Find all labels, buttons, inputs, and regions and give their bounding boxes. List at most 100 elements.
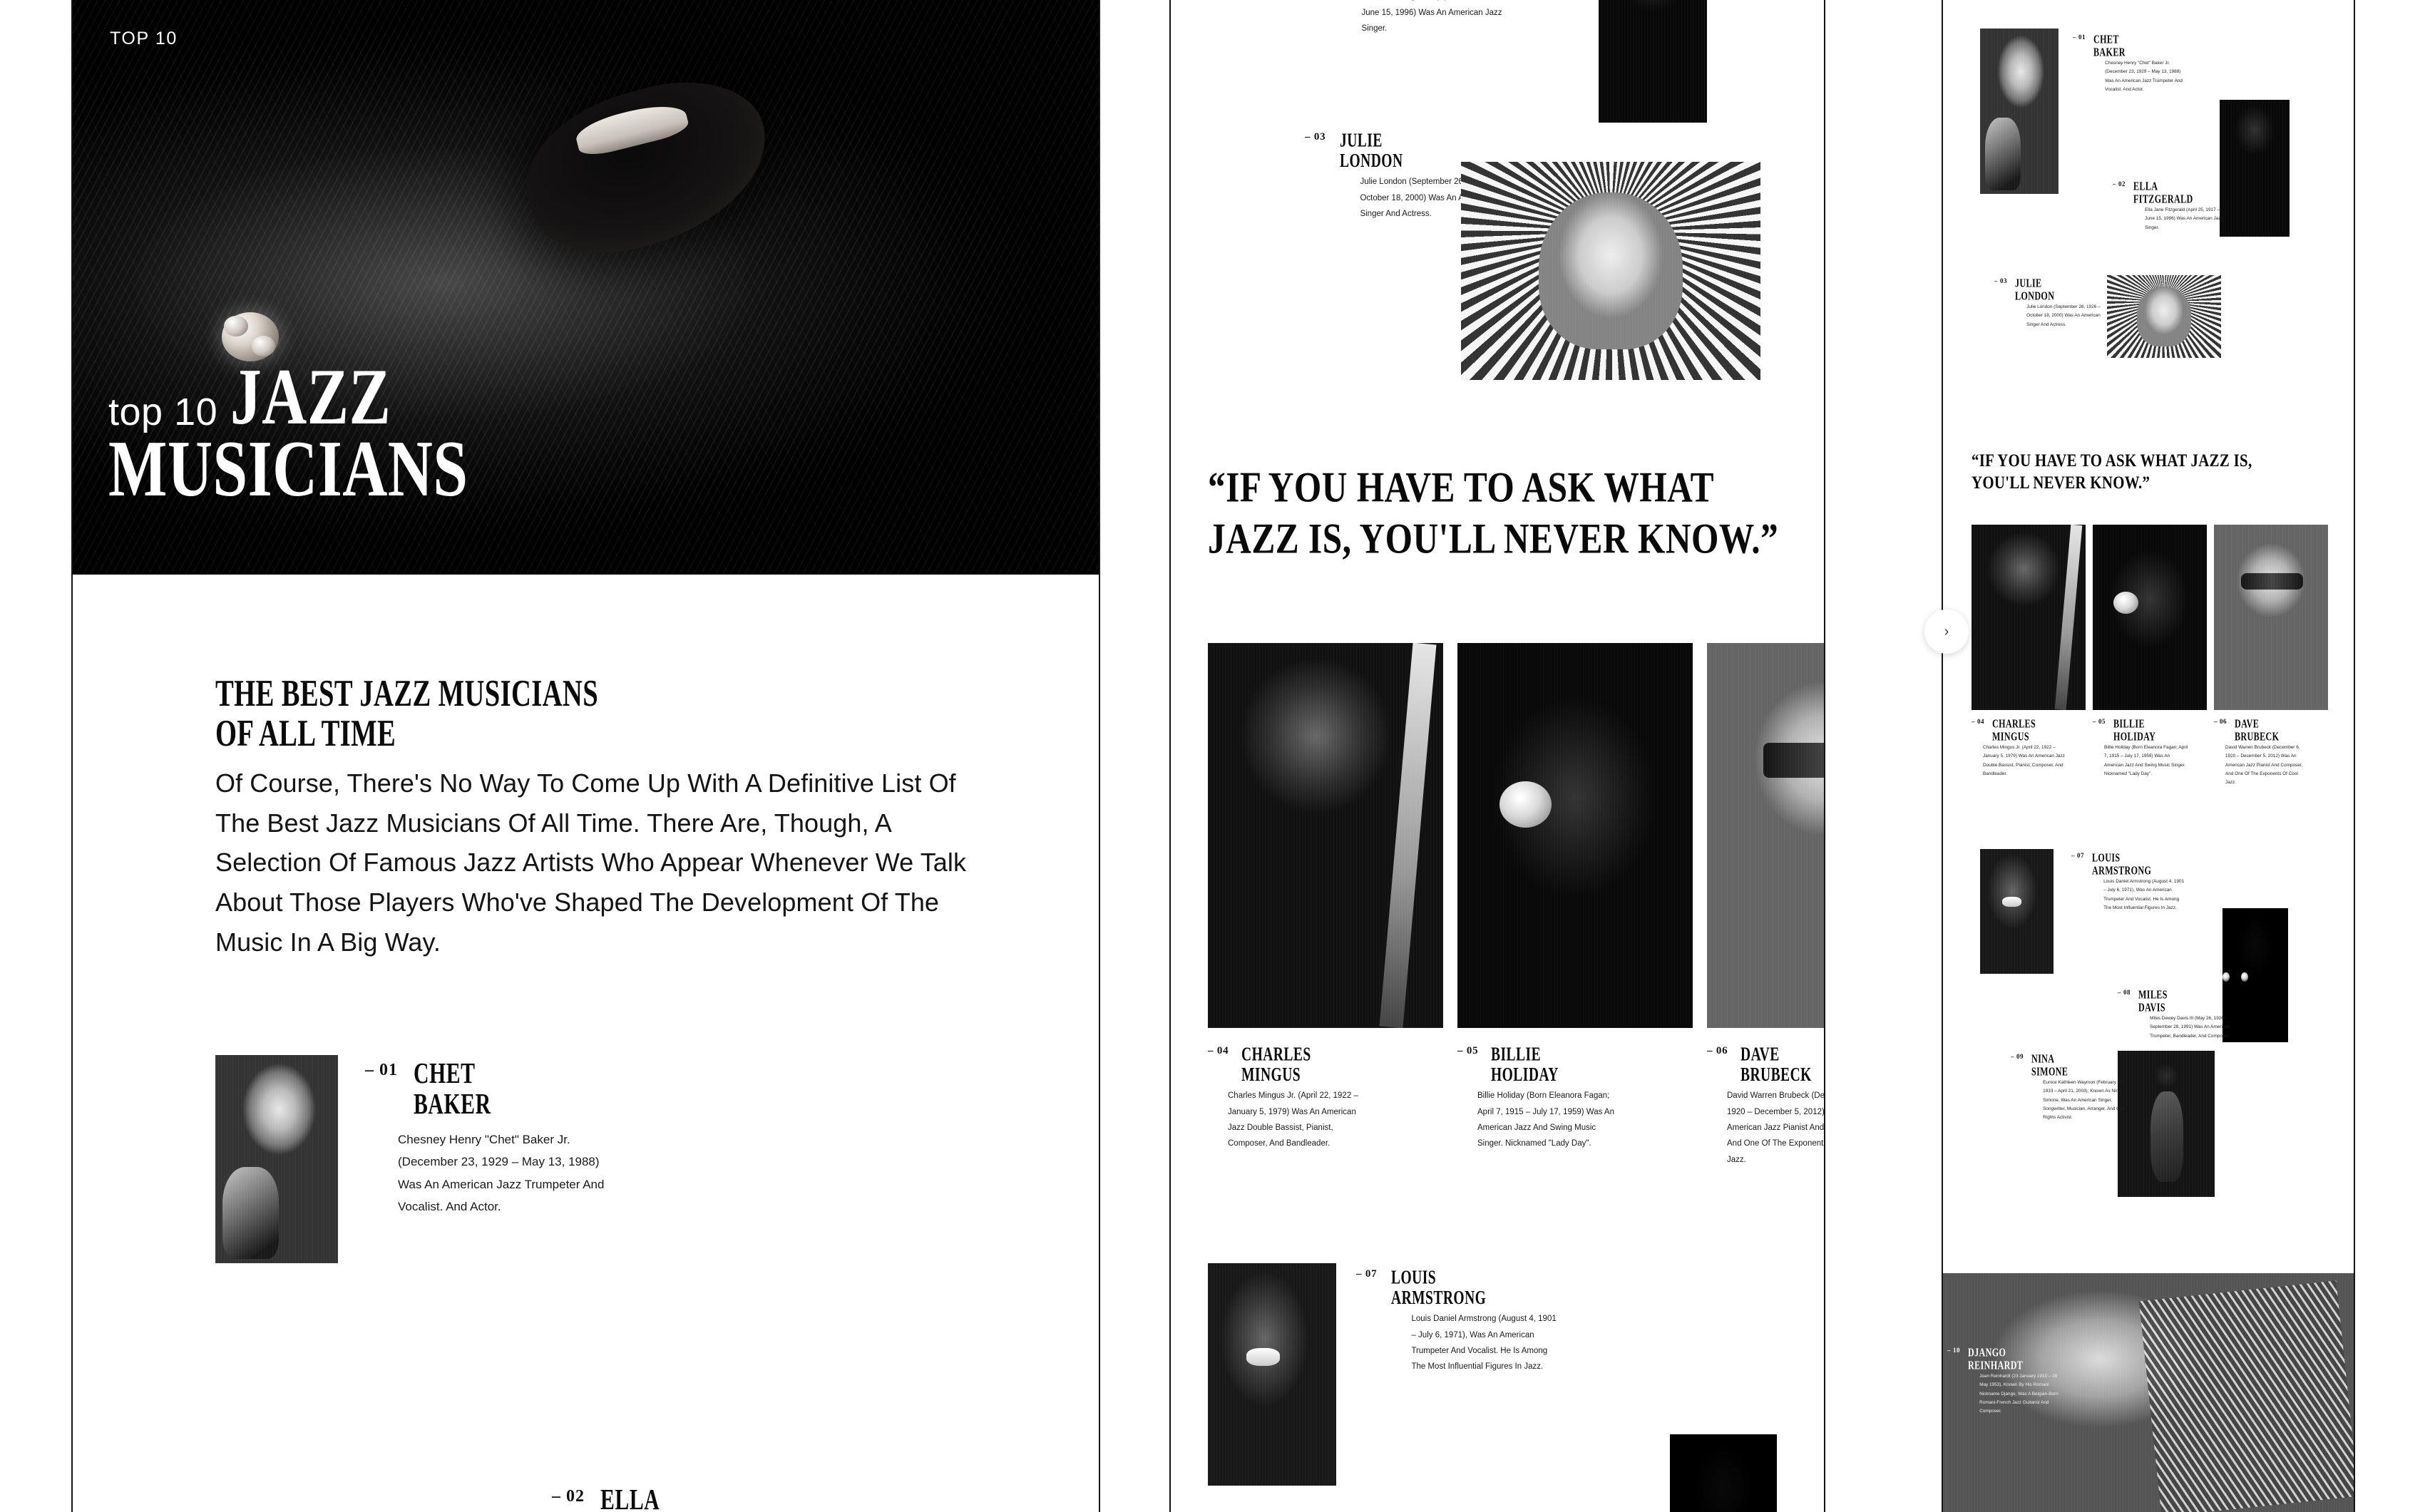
musician-rank: – 04 <box>1208 1045 1229 1056</box>
musician-rank: – 02 <box>552 1487 585 1506</box>
musician-bio: Charles Mingus Jr. (April 22, 1922 – Jan… <box>1983 744 2065 776</box>
musician-bio: David Warren Brubeck (December 6, 1920 –… <box>1727 1091 1825 1164</box>
musician-photo-charles-mingus <box>1208 643 1443 1028</box>
musician-bio: Ella Jane Fitzgerald (April 25, 1917 – J… <box>1361 0 1502 33</box>
slide-panel-right[interactable]: – 01 CHET BAKER Chesney Henry "Chet" Bak… <box>1942 0 2355 1512</box>
musician-photo-dave-brubeck <box>2214 525 2328 710</box>
intro-paragraph: Of Course, There's No Way To Come Up Wit… <box>215 768 967 957</box>
pull-quote: “IF YOU HAVE TO ASK WHAT JAZZ IS, YOU'LL… <box>1208 464 1779 563</box>
hero-eyebrow-label: TOP 10 <box>110 29 178 48</box>
musician-rank: – 03 <box>1994 277 2008 284</box>
musician-name: DAVE BRUBECK <box>1740 1042 1813 1086</box>
next-slide-button[interactable]: › <box>1924 610 1969 654</box>
musician-rank: – 06 <box>1707 1045 1728 1056</box>
musician-entry-02[interactable]: – 02 ELLA <box>552 1484 665 1512</box>
hero-title-jazz: JAZZ <box>230 351 391 441</box>
musician-entry-09-right[interactable]: – 09 NINA SIMONE Eunice Kathleen Waymon … <box>2011 1052 2127 1123</box>
musician-bio: Chesney Henry "Chet" Baker Jr. (December… <box>398 1132 605 1214</box>
musician-name: LOUIS ARMSTRONG <box>2092 850 2152 878</box>
musician-bio: Charles Mingus Jr. (April 22, 1922 – Jan… <box>1228 1091 1358 1148</box>
musician-photo-julie-london <box>2107 275 2221 358</box>
musician-photo-dave-brubeck <box>1707 643 1824 1028</box>
musician-entry-05-right[interactable]: – 05 BILLIE HOLIDAY Billie Holiday (Born… <box>2093 525 2207 788</box>
musician-entry-04-right[interactable]: – 04 CHARLES MINGUS Charles Mingus Jr. (… <box>1972 525 2086 788</box>
musician-entry-02-mid[interactable]: – 02 ELLA FITZGERALD Ella Jane Fitzgeral… <box>1306 0 1507 36</box>
musician-name: ELLA <box>600 1482 660 1512</box>
hero-section: TOP 10 top 10 JAZZ MUSICIANS <box>73 0 1099 575</box>
musician-name: LOUIS ARMSTRONG <box>1391 1265 1487 1309</box>
musician-name: BILLIE HOLIDAY <box>2113 716 2156 744</box>
musician-name: DAVE BRUBECK <box>2235 716 2280 744</box>
musician-text-chet-baker: – 01 CHET BAKER Chesney Henry "Chet" Bak… <box>365 1055 612 1218</box>
musician-rank: – 07 <box>2071 852 2085 859</box>
musician-bio: Louis Daniel Armstrong (August 4, 1901 –… <box>2103 878 2185 910</box>
musician-bio: David Warren Brubeck (December 6, 1920 –… <box>2225 744 2303 786</box>
musician-rank: – 03 <box>1305 131 1326 143</box>
musician-rank: – 09 <box>2011 1053 2024 1060</box>
musician-bio: Jean Reinhardt (23 January 1910 – 16 May… <box>1979 1373 2058 1414</box>
musician-card-row: – 04 CHARLES MINGUS Charles Mingus Jr. (… <box>1208 643 1825 1168</box>
musician-rank: – 01 <box>2073 34 2086 41</box>
musician-photo-miles-davis <box>1670 1434 1777 1512</box>
musician-rank: – 06 <box>2214 718 2227 725</box>
musician-photo-louis-armstrong <box>1208 1263 1336 1486</box>
musician-name: CHET BAKER <box>2093 31 2126 59</box>
musician-photo-chet-baker <box>1980 29 2058 194</box>
musician-rank: – 05 <box>2093 718 2106 725</box>
musician-name: MILES DAVIS <box>2138 987 2168 1014</box>
musician-card-row-right: – 04 CHARLES MINGUS Charles Mingus Jr. (… <box>1972 525 2328 788</box>
musician-rank: – 02 <box>2113 180 2126 187</box>
musician-name: CHET BAKER <box>414 1056 491 1120</box>
slide-panel-middle[interactable]: – 02 ELLA FITZGERALD Ella Jane Fitzgeral… <box>1169 0 1825 1512</box>
musician-entry-08-right[interactable]: – 08 MILES DAVIS Miles Dewey Davis III (… <box>2118 988 2234 1041</box>
musician-photo-ella-fitzgerald <box>2220 100 2290 237</box>
musician-bio: Billie Holiday (Born Eleanora Fagan; Apr… <box>1477 1091 1614 1148</box>
slide-panel-left[interactable]: TOP 10 top 10 JAZZ MUSICIANS THE BEST JA… <box>71 0 1100 1512</box>
musician-entry-03-right[interactable]: – 03 JULIE LONDON Julie London (Septembe… <box>1994 277 2111 329</box>
musician-entry-07-right[interactable]: – 07 LOUIS ARMSTRONG Louis Daniel Armstr… <box>2071 851 2188 912</box>
musician-photo-charles-mingus <box>1972 525 2086 710</box>
musician-entry-06-right[interactable]: – 06 DAVE BRUBECK David Warren Brubeck (… <box>2214 525 2328 788</box>
musician-rank: – 01 <box>365 1060 398 1079</box>
musician-name: JULIE LONDON <box>2015 275 2055 303</box>
musician-name: BILLIE HOLIDAY <box>1491 1042 1559 1086</box>
musician-bio: Miles Dewey Davis III (May 26, 1926 – Se… <box>2150 1015 2230 1039</box>
musician-rank: – 05 <box>1457 1045 1479 1056</box>
pull-quote: “IF YOU HAVE TO ASK WHAT JAZZ IS, YOU'LL… <box>1972 450 2252 493</box>
musician-photo-nina-simone <box>2118 1051 2215 1197</box>
musician-entry-07-mid[interactable]: – 07 LOUIS ARMSTRONG Louis Daniel Armstr… <box>1356 1267 1557 1375</box>
musician-entry-05-mid[interactable]: – 05 BILLIE HOLIDAY Billie Holiday (Born… <box>1457 643 1693 1168</box>
musician-photo-chet-baker <box>215 1054 338 1263</box>
musician-rank: – 08 <box>2118 989 2131 996</box>
musician-entry-06-mid[interactable]: – 06 DAVE BRUBECK David Warren Brubeck (… <box>1707 643 1825 1168</box>
hero-title-musicians: MUSICIANS <box>108 423 468 513</box>
musician-entry-01-right[interactable]: – 01 CHET BAKER Chesney Henry "Chet" Bak… <box>2073 33 2189 94</box>
musician-name: ELLA FITZGERALD <box>2133 178 2193 206</box>
musician-photo-billie-holiday <box>1457 643 1693 1028</box>
musician-entry-04-mid[interactable]: – 04 CHARLES MINGUS Charles Mingus Jr. (… <box>1208 643 1443 1168</box>
musician-entry-01[interactable]: – 01 CHET BAKER Chesney Henry "Chet" Bak… <box>73 962 1099 1263</box>
slide-body-left: THE BEST JAZZ MUSICIANS OF ALL TIME Of C… <box>73 575 1099 1263</box>
musician-bio: Chesney Henry "Chet" Baker Jr. (December… <box>2105 60 2183 92</box>
musician-name: CHARLES MINGUS <box>1241 1042 1312 1086</box>
musician-name: CHARLES MINGUS <box>1992 716 2036 744</box>
musician-bio: Julie London (September 26, 1926 – Octob… <box>2026 304 2101 327</box>
musician-bio: Eunice Kathleen Waymon (February 21, 193… <box>2043 1079 2126 1121</box>
intro-block: THE BEST JAZZ MUSICIANS OF ALL TIME Of C… <box>73 575 1099 962</box>
section-heading: THE BEST JAZZ MUSICIANS OF ALL TIME <box>215 673 599 755</box>
musician-rank: – 04 <box>1972 718 1985 725</box>
musician-rank: – 07 <box>1356 1268 1378 1280</box>
musician-photo-ella-fitzgerald <box>1599 0 1707 123</box>
musician-entry-10-right[interactable]: – 10 DJANGO REINHARDT Jean Reinhardt (23… <box>1947 1346 2063 1416</box>
musician-name: NINA SIMONE <box>2031 1051 2068 1079</box>
editor-canvas: TOP 10 top 10 JAZZ MUSICIANS THE BEST JA… <box>0 0 2420 1512</box>
musician-entry-02-right[interactable]: – 02 ELLA FITZGERALD Ella Jane Fitzgeral… <box>2113 180 2229 232</box>
musician-photo-julie-london <box>1461 162 1760 380</box>
musician-bio: Ella Jane Fitzgerald (April 25, 1917 – J… <box>2145 207 2223 230</box>
chevron-right-icon: › <box>1944 623 1949 639</box>
hero-title-block: top 10 JAZZ MUSICIANS <box>108 356 487 513</box>
musician-bio: Louis Daniel Armstrong (August 4, 1901 –… <box>1411 1315 1557 1372</box>
musician-photo-billie-holiday <box>2093 525 2207 710</box>
musician-name: DJANGO REINHARDT <box>1968 1344 2024 1372</box>
musician-photo-louis-armstrong <box>1980 849 2054 974</box>
